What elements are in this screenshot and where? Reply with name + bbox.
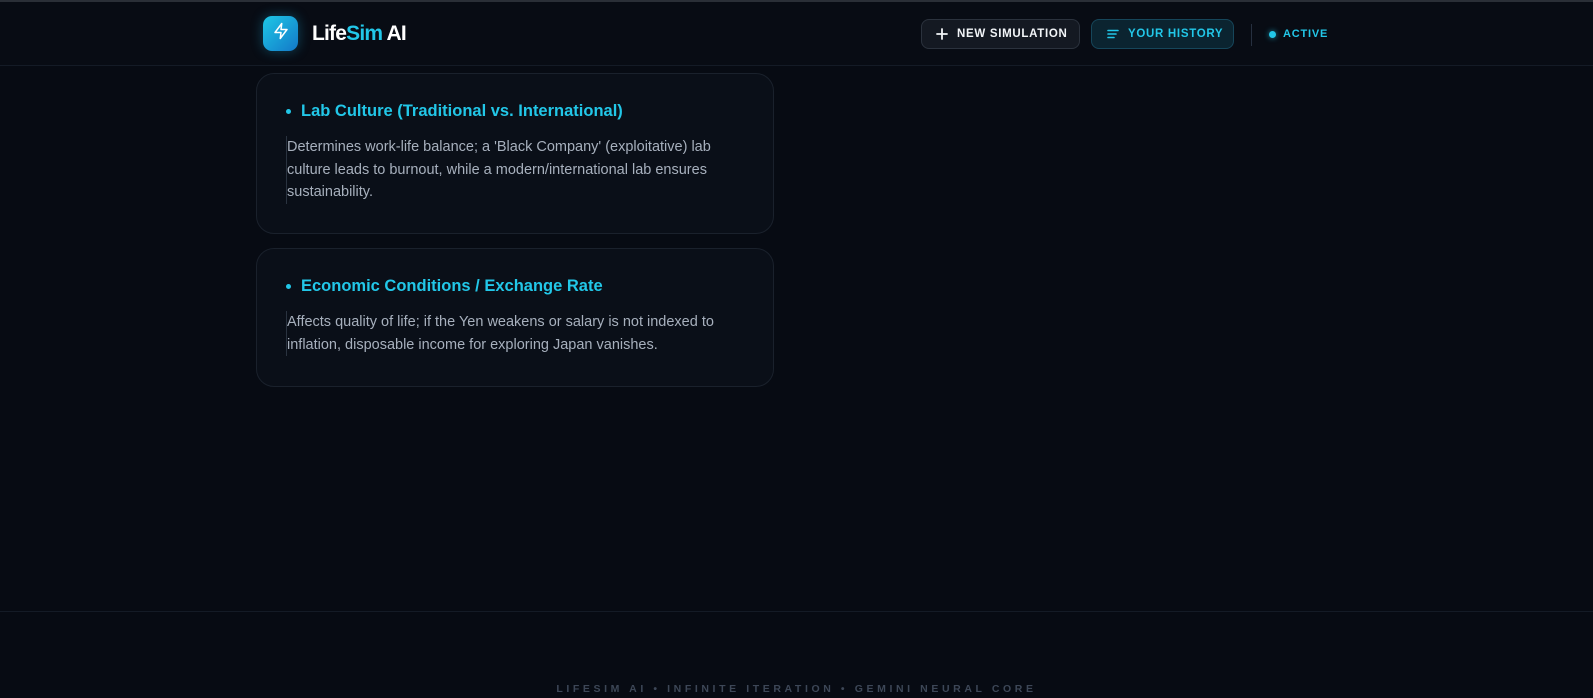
status-label: ACTIVE [1283,28,1329,40]
your-history-button[interactable]: YOUR HISTORY [1091,19,1234,49]
factor-card-title-text: Lab Culture (Traditional vs. Internation… [301,102,623,120]
bullet-icon [286,109,291,114]
bullet-icon [286,284,291,289]
status-dot-icon [1269,30,1276,38]
list-icon [1107,28,1119,40]
your-history-label: YOUR HISTORY [1128,28,1224,40]
brand-part-sim: Sim [346,22,383,45]
brand-name[interactable]: LifeSim AI [312,21,407,47]
factor-card-title: Economic Conditions / Exchange Rate [285,277,603,296]
factor-card: Lab Culture (Traditional vs. Internation… [256,73,774,234]
new-simulation-label: NEW SIMULATION [957,28,1068,40]
factor-card-title-text: Economic Conditions / Exchange Rate [301,277,603,295]
new-simulation-button[interactable]: NEW SIMULATION [921,19,1080,49]
app-page: LifeSim AI NEW SIMULATION YOUR HISTORY A… [0,0,1593,698]
status-badge: ACTIVE [1269,28,1328,40]
factor-card: Economic Conditions / Exchange Rate Affe… [256,248,774,387]
lightning-bolt-icon [272,22,290,45]
brand-part-ai: AI [382,22,407,45]
factor-card-description: Affects quality of life; if the Yen weak… [286,311,751,356]
plus-icon [936,28,948,40]
footer-divider [0,611,1593,612]
top-header: LifeSim AI NEW SIMULATION YOUR HISTORY A… [0,2,1593,66]
header-divider [1251,24,1252,46]
factor-card-description: Determines work-life balance; a 'Black C… [286,136,751,204]
factor-card-title: Lab Culture (Traditional vs. Internation… [285,102,623,121]
brand-part-life: Life [312,22,347,45]
app-logo[interactable] [263,16,298,51]
footer-tagline: LIFESIM AI • INFINITE ITERATION • GEMINI… [556,683,1037,695]
